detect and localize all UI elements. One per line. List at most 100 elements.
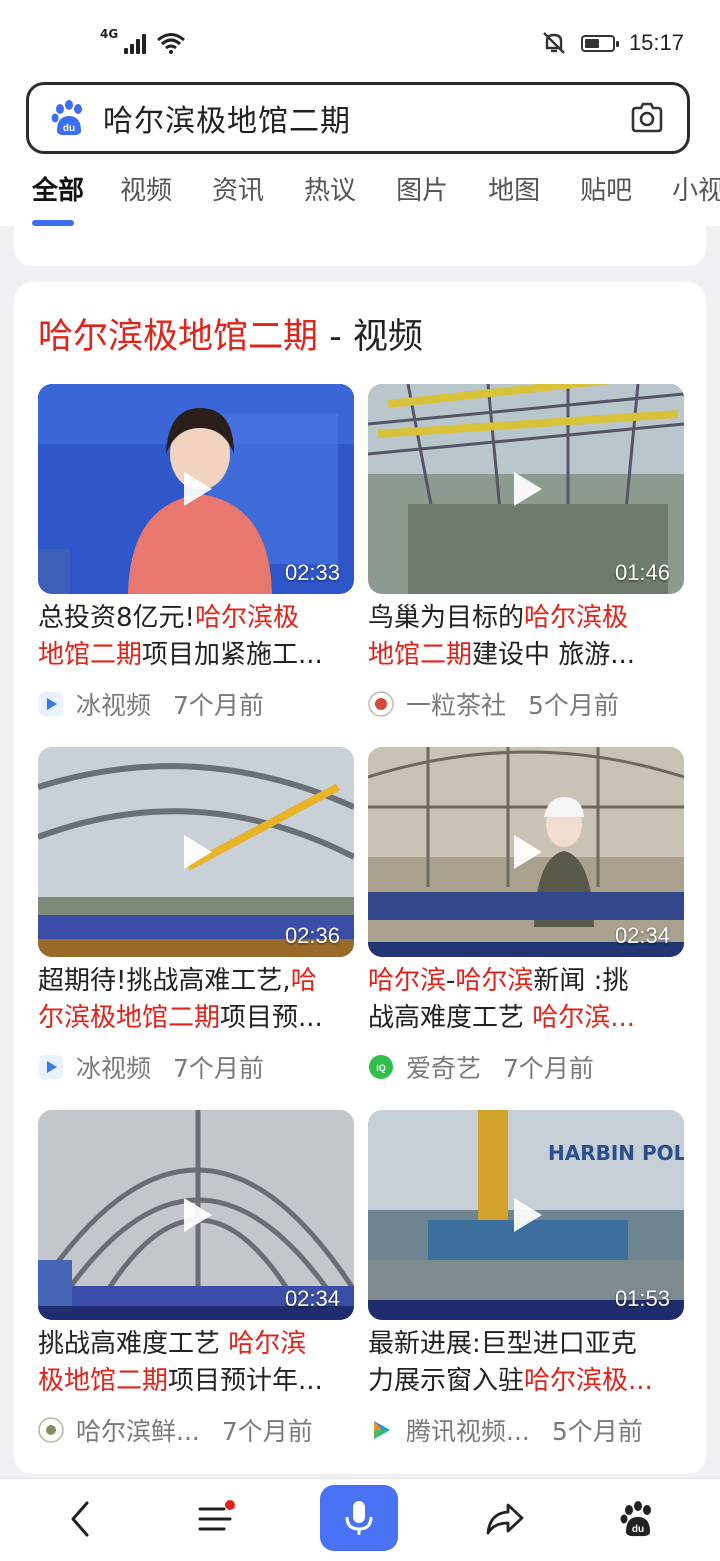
title-text: 最新进展:巨型进口亚克 xyxy=(368,1329,637,1359)
video-duration: 02:33 xyxy=(284,560,340,585)
video-title[interactable]: 总投资8亿元!哈尔滨极地馆二期项目加紧施工... xyxy=(38,600,354,674)
title-text: 总投资8亿元! xyxy=(38,603,195,633)
chevron-left-icon xyxy=(71,1501,89,1537)
video-duration: 01:46 xyxy=(614,560,670,585)
video-item[interactable]: 02:33 总投资8亿元!哈尔滨极地馆二期项目加紧施工... 冰视频 7个月前 xyxy=(38,384,354,730)
video-age: 5个月前 xyxy=(551,1417,643,1446)
title-keyword: 哈 xyxy=(290,966,317,996)
video-meta: 腾讯视频... 5个月前 xyxy=(368,1412,684,1448)
video-thumbnail[interactable]: 02:33 xyxy=(38,384,354,594)
video-source[interactable]: 哈尔滨鲜... xyxy=(76,1412,200,1448)
video-source[interactable]: 一粒茶社 xyxy=(406,686,506,722)
baidu-home-button[interactable]: du xyxy=(598,1479,678,1559)
menu-icon xyxy=(198,1500,235,1531)
title-keyword: 尔滨极地馆二期 xyxy=(38,1003,221,1033)
source-logo-icon xyxy=(38,1417,64,1443)
video-source[interactable]: 爱奇艺 xyxy=(406,1049,481,1085)
title-text: 超期待!挑战高难工艺, xyxy=(38,966,291,996)
status-time: 15:17 xyxy=(628,30,684,55)
title-text: 项目预... xyxy=(220,1003,323,1033)
status-bar: 4G 15:17 xyxy=(0,0,720,80)
video-meta: 冰视频 7个月前 xyxy=(38,686,354,722)
title-keyword: 哈尔滨 xyxy=(368,966,447,996)
tab-all[interactable]: 全部 xyxy=(32,166,84,226)
title-text: 项目加紧施工... xyxy=(142,640,323,670)
play-icon[interactable] xyxy=(176,469,216,509)
play-icon[interactable] xyxy=(506,832,546,872)
video-item[interactable]: 02:34 哈尔滨-哈尔滨新闻 :挑 战高难度工艺 哈尔滨... iQ 爱奇艺 7个月前 xyxy=(368,747,684,1093)
tab-tieba[interactable]: 贴吧 xyxy=(580,166,632,226)
video-item[interactable]: 02:36 超期待!挑战高难工艺,哈尔滨极地馆二期项目预... 冰视频 7个月前 xyxy=(38,747,354,1093)
network-type: 4G xyxy=(100,27,119,41)
video-result-card: 哈尔滨极地馆二期 - 视频 02:33 总投资8亿元!哈尔滨极 地馆二期项目加紧施工… xyxy=(14,282,706,1474)
play-icon[interactable] xyxy=(506,1195,546,1235)
source-logo-icon xyxy=(374,1421,390,1439)
video-source[interactable]: 腾讯视频... xyxy=(406,1412,530,1448)
title-text: - xyxy=(446,966,456,996)
title-text: 建设中 旅游... xyxy=(472,640,636,670)
video-source[interactable]: 冰视频 xyxy=(76,1049,151,1085)
voice-search-button[interactable] xyxy=(320,1485,398,1551)
tab-short-video[interactable]: 小视 xyxy=(672,166,720,226)
video-thumbnail[interactable]: 02:34 xyxy=(38,1110,354,1320)
video-source[interactable]: 冰视频 xyxy=(76,686,151,722)
video-title[interactable]: 最新进展:巨型进口亚克 力展示窗入驻哈尔滨极... xyxy=(368,1326,684,1400)
video-duration: 02:34 xyxy=(614,923,670,948)
baidu-paw-logo: du xyxy=(51,100,82,136)
mute-bell-icon xyxy=(543,32,565,54)
camera-icon[interactable] xyxy=(629,100,665,136)
source-logo-icon xyxy=(368,691,394,717)
title-keyword: 哈尔滨 xyxy=(455,966,534,996)
title-keyword: 哈尔滨极 xyxy=(194,603,299,633)
video-item[interactable]: 01:46 鸟巢为目标的哈尔滨极 地馆二期建设中 旅游... 一粒茶社 5个月前 xyxy=(368,384,684,730)
video-item[interactable]: HARBIN POLARLAND 01:53 最新进展:巨型进口亚克力展示窗入驻哈尔… xyxy=(368,1110,684,1456)
source-logo-icon xyxy=(39,1055,63,1079)
video-duration: 01:53 xyxy=(614,1286,670,1311)
video-thumbnail[interactable]: 01:46 xyxy=(368,384,684,594)
title-suffix: - 视频 xyxy=(318,317,423,357)
video-duration: 02:34 xyxy=(284,1286,340,1311)
video-title[interactable]: 鸟巢为目标的哈尔滨极 地馆二期建设中 旅游... xyxy=(368,600,684,674)
tab-news[interactable]: 资讯 xyxy=(212,166,264,226)
share-button[interactable] xyxy=(464,1479,544,1559)
play-icon[interactable] xyxy=(506,469,546,509)
video-item[interactable]: 02:34 挑战高难度工艺 哈尔滨 极地馆二期项目预计年... 哈尔滨鲜... 7个月前 xyxy=(38,1110,354,1456)
bottom-nav: du xyxy=(0,1478,720,1561)
video-age: 7个月前 xyxy=(173,1054,264,1083)
video-age: 7个月前 xyxy=(173,691,264,720)
back-button[interactable] xyxy=(40,1479,120,1559)
title-text: 新闻 :挑 xyxy=(533,966,629,996)
menu-button[interactable] xyxy=(176,1479,256,1559)
video-thumbnail[interactable]: 02:36 xyxy=(38,747,354,957)
video-meta: 一粒茶社 5个月前 xyxy=(368,686,684,722)
video-age: 7个月前 xyxy=(503,1054,594,1083)
video-section-title[interactable]: 哈尔滨极地馆二期 - 视频 xyxy=(38,308,423,359)
svg-text:du: du xyxy=(632,1524,644,1535)
svg-text:du: du xyxy=(63,123,75,134)
baidu-paw-icon: du xyxy=(620,1501,651,1537)
source-logo-icon xyxy=(39,692,63,716)
title-keyword: 哈尔滨... xyxy=(532,1003,636,1033)
title-text: 战高难度工艺 xyxy=(368,1003,533,1033)
video-duration: 02:36 xyxy=(284,923,340,948)
title-keyword: 地馆二期 xyxy=(38,640,143,670)
video-title[interactable]: 哈尔滨-哈尔滨新闻 :挑 战高难度工艺 哈尔滨... xyxy=(368,963,684,1037)
video-title[interactable]: 挑战高难度工艺 哈尔滨 极地馆二期项目预计年... xyxy=(38,1326,354,1400)
tab-discussion[interactable]: 热议 xyxy=(304,166,356,226)
search-input[interactable]: 哈尔滨极地馆二期 xyxy=(103,96,629,140)
source-logo-icon: iQ xyxy=(369,1055,393,1079)
play-icon[interactable] xyxy=(176,832,216,872)
title-text: 挑战高难度工艺 xyxy=(38,1329,229,1359)
title-text: 力展示窗入驻 xyxy=(368,1366,525,1396)
video-thumbnail[interactable]: HARBIN POLARLAND 01:53 xyxy=(368,1110,684,1320)
video-title[interactable]: 超期待!挑战高难工艺,哈尔滨极地馆二期项目预... xyxy=(38,963,354,1037)
title-keyword: 极地馆二期 xyxy=(38,1366,169,1396)
video-meta: iQ 爱奇艺 7个月前 xyxy=(368,1049,684,1085)
tab-map[interactable]: 地图 xyxy=(488,166,540,226)
tab-video[interactable]: 视频 xyxy=(120,166,172,226)
play-icon[interactable] xyxy=(176,1195,216,1235)
video-age: 7个月前 xyxy=(221,1417,313,1446)
video-thumbnail[interactable]: 02:34 xyxy=(368,747,684,957)
search-box[interactable]: du 哈尔滨极地馆二期 xyxy=(26,82,690,154)
tab-images[interactable]: 图片 xyxy=(396,166,448,226)
